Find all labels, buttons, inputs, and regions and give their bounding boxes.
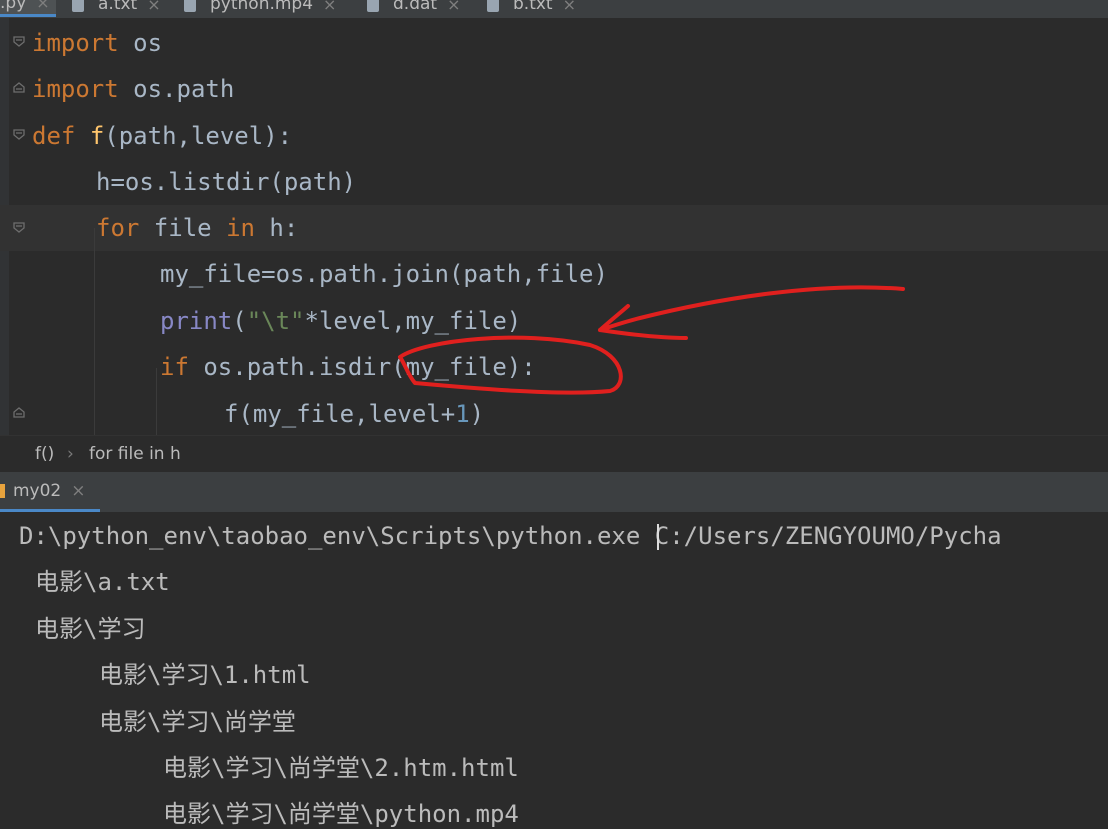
close-icon[interactable]: × (147, 0, 160, 14)
code-text: os.path (118, 75, 235, 103)
close-icon[interactable]: × (36, 0, 49, 12)
run-tool-header: my02 × (0, 472, 1108, 512)
editor-tab-bar: .py × a.txt × python.mp4 × d.dat × b.txt… (0, 0, 1108, 18)
code-text: h: (254, 214, 299, 242)
breadcrumb-item-for[interactable]: for file in h (89, 444, 181, 464)
close-icon[interactable]: × (447, 0, 460, 14)
code-line-9[interactable]: f(my_file,level+1) (224, 391, 484, 435)
keyword: import (32, 75, 119, 103)
code-line-7[interactable]: print("\t"*level,my_file) (160, 298, 521, 344)
close-icon[interactable]: × (323, 0, 336, 14)
string-literal: "\t" (246, 307, 305, 335)
python-icon (0, 483, 5, 498)
breadcrumb-separator: › (67, 444, 74, 464)
function-name: f (89, 122, 105, 150)
indent-guide (94, 228, 95, 435)
text-cursor (657, 524, 659, 550)
console-output[interactable]: D:\python_env\taobao_env\Scripts\python.… (0, 512, 1108, 829)
tab-label: d.dat (393, 0, 438, 14)
code-text: os.path.isdir(my_file): (188, 353, 536, 381)
breadcrumb-item-f[interactable]: f() (35, 444, 54, 464)
code-line-4[interactable]: h=os.listdir(path) (96, 159, 356, 205)
fold-open-icon[interactable] (11, 126, 27, 142)
keyword: if (160, 353, 189, 381)
fold-open-icon[interactable] (11, 219, 27, 235)
breadcrumb: f() › for file in h (0, 435, 1108, 473)
code-text: my_file=os.path.join(path,file) (160, 260, 608, 288)
keyword: def (32, 122, 76, 150)
fold-close-icon[interactable] (11, 80, 27, 96)
console-line: 电影\学习\尚学堂\python.mp4 (163, 800, 519, 828)
file-icon (487, 0, 499, 12)
tab-label: .py (0, 0, 27, 13)
keyword: for (96, 214, 140, 242)
console-line: 电影\a.txt (35, 568, 170, 596)
tab-label: python.mp4 (210, 0, 314, 14)
close-icon[interactable]: × (563, 0, 576, 14)
code-text: h=os.listdir(path) (96, 168, 357, 196)
code-line-2[interactable]: import os.path (32, 66, 234, 112)
number-literal: 1 (455, 400, 470, 428)
fold-open-icon[interactable] (11, 33, 27, 49)
run-tab-my02[interactable]: my02 × (0, 472, 100, 512)
console-line: 电影\学习\尚学堂\2.htm.html (163, 754, 519, 782)
code-line-8[interactable]: if os.path.isdir(my_file): (160, 344, 536, 390)
code-line-1[interactable]: import os (32, 20, 162, 66)
tab-a-txt[interactable]: a.txt × (72, 0, 161, 17)
tab-python-mp4[interactable]: python.mp4 × (184, 0, 336, 17)
tab-current-py[interactable]: .py × (0, 0, 56, 17)
code-editor[interactable]: import os import os.path def f(path,leve… (0, 18, 1108, 435)
code-line-3[interactable]: def f(path,level): (32, 113, 292, 159)
keyword: in (226, 214, 255, 242)
close-icon[interactable]: × (71, 481, 85, 501)
code-text: ( (232, 307, 247, 335)
code-line-6[interactable]: my_file=os.path.join(path,file) (160, 251, 608, 297)
console-line: D:\python_env\taobao_env\Scripts\python.… (19, 522, 1002, 550)
tab-d-dat[interactable]: d.dat × (367, 0, 460, 17)
keyword: import (32, 29, 119, 57)
builtin-name: print (160, 307, 233, 335)
console-line: 电影\学习 (35, 615, 146, 643)
code-text: *level,my_file) (304, 307, 522, 335)
code-text: ) (469, 400, 485, 428)
code-text: file (139, 214, 227, 242)
console-line: 电影\学习\尚学堂 (99, 708, 296, 736)
code-text: (path,level): (104, 122, 293, 150)
code-line-5[interactable]: for file in h: (96, 205, 298, 251)
run-tab-label: my02 (13, 480, 62, 501)
code-text: os (118, 29, 163, 57)
console-line: 电影\学习\1.html (99, 661, 311, 689)
tab-label: a.txt (98, 0, 138, 14)
file-icon (72, 0, 84, 12)
file-icon (367, 0, 379, 12)
code-text: f(my_file,level+ (224, 400, 456, 428)
tab-label: b.txt (513, 0, 553, 14)
tab-b-txt[interactable]: b.txt × (487, 0, 576, 17)
file-icon (184, 0, 196, 12)
fold-close-icon[interactable] (11, 405, 27, 421)
indent-guide (156, 368, 157, 435)
